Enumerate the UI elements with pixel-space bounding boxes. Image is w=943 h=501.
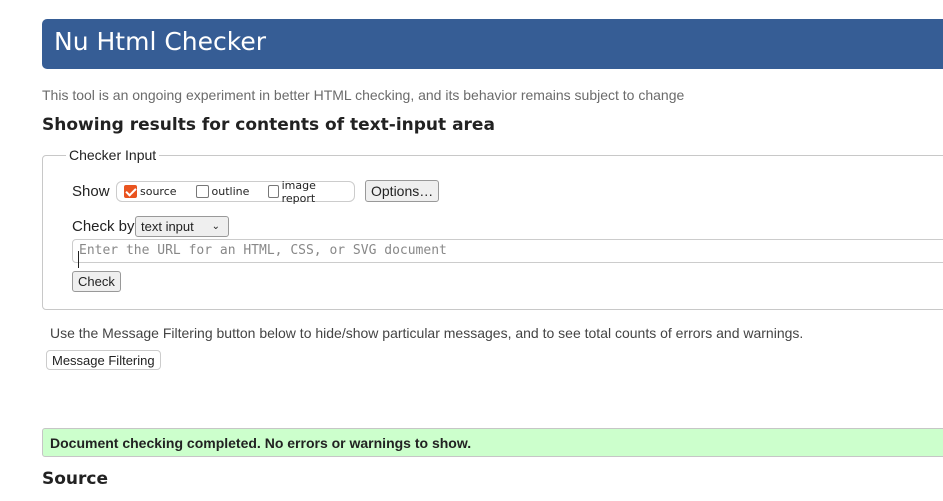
intro-text: This tool is an ongoing experiment in be… — [42, 87, 685, 103]
page-header: Nu Html Checker — [42, 19, 943, 69]
checkbox-label: image report — [281, 178, 316, 205]
success-message: Document checking completed. No errors o… — [42, 428, 943, 457]
select-value: text input — [141, 219, 194, 234]
check-by-label: Check by — [72, 218, 135, 235]
show-outline-checkbox[interactable]: outline — [195, 185, 250, 198]
url-input[interactable]: Enter the URL for an HTML, CSS, or SVG d… — [72, 239, 943, 263]
check-button[interactable]: Check — [72, 271, 121, 292]
options-button[interactable]: Options… — [365, 180, 440, 202]
results-heading: Showing results for contents of text-inp… — [42, 115, 495, 135]
checkbox-label: source — [140, 185, 177, 198]
filter-help-text: Use the Message Filtering button below t… — [50, 325, 804, 341]
page-title: Nu Html Checker — [54, 27, 267, 56]
source-heading: Source — [42, 469, 109, 489]
message-filtering-button[interactable]: Message Filtering — [46, 350, 161, 370]
show-source-checkbox[interactable]: source — [124, 185, 177, 198]
fieldset-legend: Checker Input — [66, 147, 160, 163]
checkbox-checked-icon[interactable] — [124, 185, 137, 198]
show-label: Show — [72, 183, 110, 200]
checkbox-icon[interactable] — [195, 185, 209, 198]
show-image-report-checkbox[interactable]: image report — [268, 179, 335, 205]
show-options-group: source outline image report — [116, 179, 355, 205]
checkbox-label: outline — [211, 185, 250, 198]
check-by-select[interactable]: text input ⌄ — [135, 216, 229, 237]
chevron-down-icon: ⌄ — [211, 221, 220, 232]
text-cursor — [78, 251, 79, 268]
checkbox-icon[interactable] — [268, 185, 279, 198]
